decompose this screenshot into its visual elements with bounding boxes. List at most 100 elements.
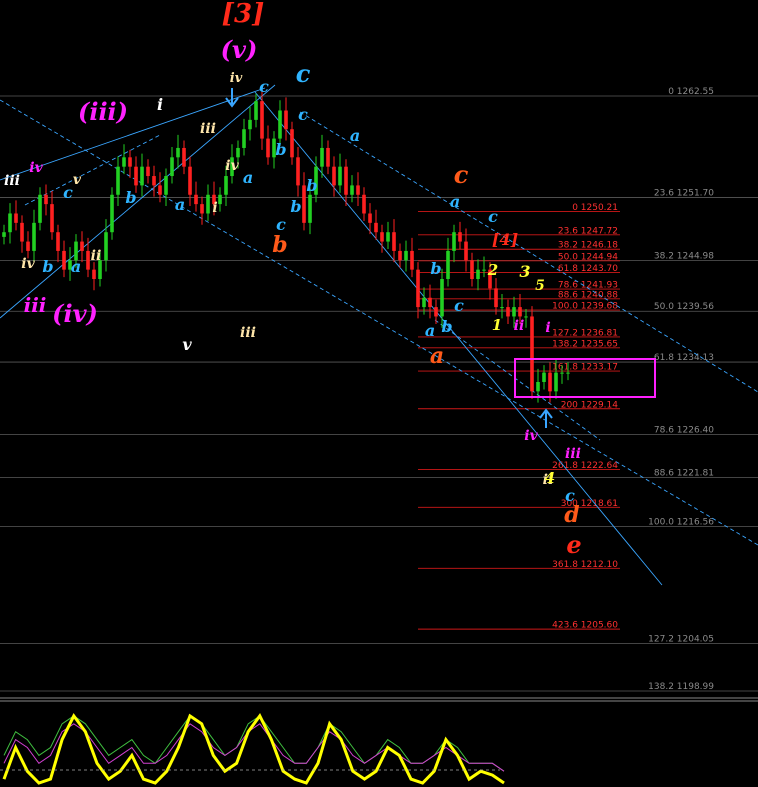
red-level-label: 88.6 1240.88 [558,290,618,300]
wave-label: b [306,176,317,195]
red-level-label: 138.2 1235.65 [552,339,618,349]
candle-body [458,232,462,242]
candle-body [2,232,6,237]
candle-body [344,166,348,195]
right-level-label: 127.2 1204.05 [648,635,714,645]
wave-label: c [259,77,269,96]
candle-body [86,250,90,270]
wave-label: a [425,321,435,340]
candle-body [80,241,84,251]
wave-label: i [157,95,163,114]
wave-label: a [175,195,185,214]
candle-body [554,372,558,392]
candle-body [218,194,222,205]
candle-body [320,147,324,167]
candle-body [332,166,336,186]
right-level-label: 23.6 1251.70 [654,189,714,199]
wave-label: 2 [487,261,498,279]
candle-body [38,194,42,223]
candle-body [440,279,444,317]
wave-label: b [441,317,452,336]
candle-body [92,269,96,280]
candle-body [206,194,210,214]
wave-label: iii [24,293,47,317]
candle-body [176,147,180,158]
candle-body [182,147,186,167]
wave-label: iv [225,158,239,174]
candle-body [260,101,264,139]
candle-body [200,204,204,214]
candle-body [500,307,504,309]
wave-label: a [243,168,253,187]
candle-body [122,157,126,167]
candle-body [452,232,456,251]
red-level-label: 361.8 1212.10 [552,560,618,570]
candle-body [374,222,378,233]
candle-body [290,129,294,158]
wave-label: a [450,192,460,211]
candle-body [476,269,480,280]
wave-label: c [63,183,73,202]
candle-body [158,185,162,195]
candle-body [410,250,414,270]
wave-label: 3 [519,262,530,281]
candle-body [32,222,36,251]
wave-label: ii [514,318,525,334]
wave-label: b [42,257,53,276]
candle-body [50,204,54,233]
candle-body [224,176,228,195]
red-level-label: 38.2 1246.18 [558,241,618,251]
candle-body [302,185,306,223]
wave-label: b [272,232,287,258]
candle-body [284,110,288,130]
wave-label: b [275,140,286,159]
candle-body [542,372,546,382]
red-level-label: 127.2 1236.81 [552,328,618,338]
right-level-label: 88.6 1221.81 [654,468,714,478]
candle-body [350,185,354,195]
wave-label: iv [230,71,243,86]
candle-body [326,147,330,167]
wave-label: 5 [535,278,545,294]
candle-body [248,119,252,130]
wave-label: (v) [221,35,258,64]
right-level-label: 100.0 1216.56 [648,518,714,528]
red-level-label: 0 1250.21 [572,203,618,213]
wave-label: a [430,343,444,369]
wave-label: iii [565,446,581,462]
red-level-label: 50.0 1244.94 [558,252,618,262]
candle-body [356,185,360,195]
wave-label: 1 [492,316,502,334]
candle-body [338,166,342,186]
right-level-label: 50.0 1239.56 [654,302,714,312]
wave-label: c [488,207,498,226]
candle-body [56,232,60,251]
candle-body [362,194,366,214]
wave-label: ii [91,248,102,264]
wave-label: d [564,502,579,528]
candle-body [140,166,144,186]
candle-body [536,381,540,392]
candle-body [164,176,168,195]
candle-body [428,297,432,308]
red-level-label: 78.6 1241.93 [558,281,618,291]
wave-label: (iii) [78,97,128,126]
wave-label: i [212,200,217,216]
right-level-label: 61.8 1234.13 [654,353,714,363]
wave-label: v [73,172,82,188]
candle-body [116,166,120,195]
candle-body [152,176,156,186]
candle-body [392,232,396,251]
candle-body [62,250,66,270]
candle-body [110,194,114,233]
wave-label: [3] [222,0,265,29]
candle-body [308,194,312,223]
red-level-label: 100.0 1239.68 [552,302,618,312]
candle-body [470,260,474,280]
right-level-label: 0 1262.55 [668,87,714,97]
candle-body [296,157,300,186]
candle-body [560,372,564,374]
candle-body [236,147,240,158]
candle-body [482,269,486,271]
wave-label: b [290,197,301,216]
